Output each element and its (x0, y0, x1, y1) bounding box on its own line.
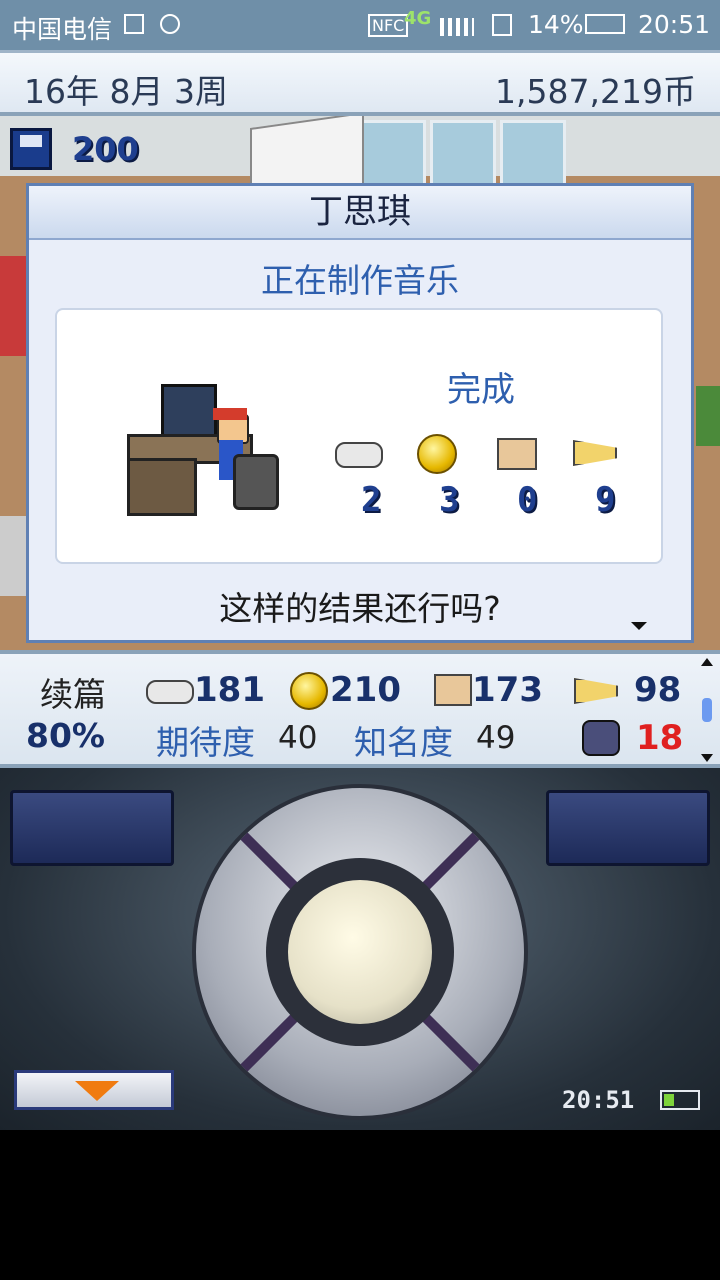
dialog-subtitle: 正在制作音乐 (261, 261, 459, 300)
fame-label: 知名度 (354, 723, 453, 762)
battery-icon (585, 14, 625, 34)
stat-creativity-value: 3 (439, 480, 460, 520)
total-fun-value: 181 (194, 670, 265, 710)
total-sound-value: 98 (634, 670, 682, 710)
stats-scrollbar[interactable] (700, 658, 714, 762)
signal-icon (440, 18, 474, 36)
center-ok-button[interactable] (288, 880, 432, 1024)
gold-orb-icon (417, 434, 457, 474)
image-icon (124, 14, 144, 34)
result-panel: 完成 2 3 0 9 (55, 308, 663, 564)
battery-icon (660, 1090, 700, 1110)
cabinet (0, 516, 26, 596)
trumpet-icon (574, 678, 618, 704)
scroll-down-icon[interactable] (701, 754, 713, 762)
dropdown-arrow-icon (75, 1081, 119, 1101)
bug-icon (582, 720, 620, 756)
fame-value: 49 (476, 720, 516, 756)
battery-percent: 14% (528, 10, 584, 39)
money-display: 1,587,219币 (495, 72, 696, 111)
stat-graphics-value: 0 (517, 480, 538, 520)
dialog-title: 丁思琪 (29, 186, 691, 240)
sequel-percent: 80% (26, 716, 105, 755)
total-creativity-value: 210 (330, 670, 401, 710)
game-stats-panel: 续篇 80% 181 210 173 98 期待度 40 知名度 49 18 (0, 650, 720, 768)
trumpet-icon (573, 440, 617, 466)
sequel-label: 续篇 (40, 675, 106, 714)
dpad-ring[interactable] (192, 784, 528, 1120)
gamepad-icon (146, 680, 194, 704)
plant (696, 386, 720, 446)
sim-icon (492, 14, 512, 36)
carrier-label: 中国电信 (12, 15, 113, 44)
game-top-bar: 16年 8月 3周 1,587,219币 (0, 50, 720, 116)
alarm-icon (160, 14, 180, 34)
save-count: 200 (72, 130, 139, 168)
expectation-value: 40 (278, 720, 318, 756)
art-palette-icon (497, 438, 537, 470)
art-palette-icon (434, 674, 472, 706)
game-clock: 20:51 (562, 1086, 635, 1114)
expectation-label: 期待度 (156, 723, 255, 762)
stat-fun-value: 2 (361, 480, 382, 520)
dialog-question: 这样的结果还行吗? (219, 589, 501, 628)
continue-arrow-icon[interactable] (631, 622, 647, 630)
nfc-icon: NFC (368, 14, 409, 37)
scroll-thumb[interactable] (702, 698, 712, 722)
right-soft-button[interactable] (546, 790, 710, 866)
developer-at-desk-sprite (127, 374, 279, 524)
stat-sound-value: 9 (595, 480, 616, 520)
total-graphics-value: 173 (472, 670, 543, 710)
menu-toggle-button[interactable] (14, 1070, 174, 1110)
bug-count: 18 (636, 718, 684, 758)
bookshelf (0, 256, 26, 356)
floppy-disk-icon[interactable] (10, 128, 52, 170)
gamepad-icon (335, 442, 383, 468)
left-soft-button[interactable] (10, 790, 174, 866)
control-pad-area: 20:51 (0, 768, 720, 1130)
status-label: 完成 (447, 370, 515, 410)
clock-time: 20:51 (638, 10, 711, 39)
scroll-up-icon[interactable] (701, 658, 713, 666)
game-date: 16年 8月 3周 (24, 72, 228, 111)
status-bar: 中国电信 NFC 4G 14% 20:51 (0, 0, 720, 50)
result-dialog[interactable]: 丁思琪 正在制作音乐 完成 2 3 0 9 这样的结果还行吗? (26, 183, 694, 643)
network-4g-icon: 4G (404, 8, 432, 29)
gold-orb-icon (290, 672, 328, 710)
